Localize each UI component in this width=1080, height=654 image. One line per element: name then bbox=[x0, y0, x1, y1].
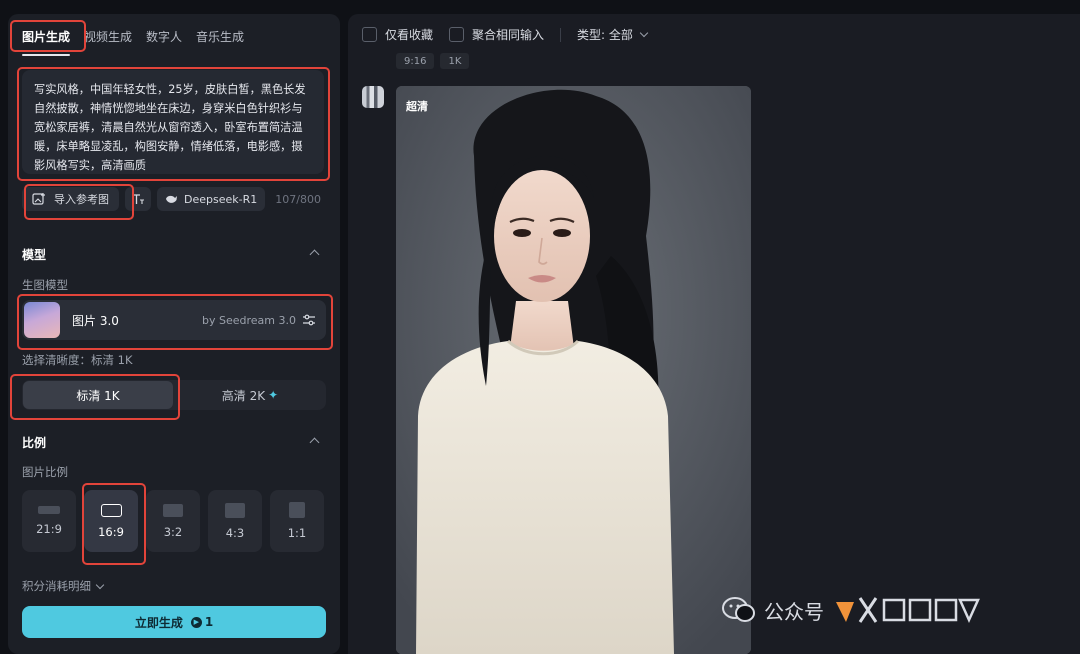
settings-sliders-icon[interactable] bbox=[302, 313, 316, 327]
aggregate-filter[interactable]: 聚合相同输入 bbox=[449, 26, 544, 43]
resolution-tag: 1K bbox=[440, 53, 470, 69]
import-reference-label: 导入参考图 bbox=[54, 193, 109, 206]
aspect-tag: 9:16 bbox=[396, 53, 435, 69]
aggregate-label: 聚合相同输入 bbox=[472, 28, 545, 42]
resolution-label: 选择清晰度：标清 1K bbox=[22, 353, 133, 367]
active-tab-indicator bbox=[22, 54, 70, 56]
ratio-16-9-icon bbox=[100, 503, 122, 517]
generated-image[interactable]: 超清 bbox=[396, 86, 751, 654]
resolution-2k-option[interactable]: 高清 2K ✦ bbox=[175, 381, 325, 409]
type-dropdown[interactable]: 类型: 全部 bbox=[577, 26, 649, 43]
ratio-3-2-icon bbox=[163, 503, 183, 517]
generate-cost-value: 1 bbox=[204, 615, 214, 629]
resolution-toggle: 标清 1K 高清 2K ✦ bbox=[22, 380, 326, 410]
ratio-options: 21:9 16:9 3:2 4:3 1:1 bbox=[22, 490, 324, 552]
model-thumbnail bbox=[24, 302, 60, 338]
model-name: 图片 3.0 bbox=[72, 313, 119, 328]
cost-detail-toggle[interactable]: 积分消耗明细 bbox=[22, 578, 105, 594]
sparkle-icon: ✦ bbox=[268, 388, 279, 402]
filter-bar: 仅看收藏 聚合相同输入 类型: 全部 bbox=[362, 26, 653, 43]
prompt-text: 写实风格，中国年轻女性，25岁，皮肤白皙，黑色长发自然披散，神情恍惚地坐在床边，… bbox=[34, 83, 306, 172]
model-provider: by Seedream 3.0 bbox=[202, 313, 296, 327]
favorites-label: 仅看收藏 bbox=[385, 28, 434, 42]
ratio-21-9[interactable]: 21:9 bbox=[22, 490, 76, 552]
type-dropdown-label: 类型: 全部 bbox=[577, 28, 633, 42]
result-meta-tags: 9:16 1K bbox=[396, 53, 470, 69]
chevron-down-icon bbox=[95, 580, 105, 589]
favorites-filter[interactable]: 仅看收藏 bbox=[362, 26, 433, 43]
generate-button[interactable]: 立即生成 ▶ 1 bbox=[22, 606, 326, 638]
ratio-1-1[interactable]: 1:1 bbox=[270, 490, 324, 552]
ratio-16-9-label: 16:9 bbox=[98, 524, 124, 539]
resolution-2k-label: 高清 2K bbox=[221, 388, 266, 403]
deepseek-model-chip[interactable]: Deepseek-R1 bbox=[157, 187, 266, 211]
filter-divider bbox=[560, 27, 562, 42]
portrait-illustration bbox=[396, 86, 751, 654]
generate-label: 立即生成 bbox=[134, 615, 183, 630]
model-selector[interactable]: 图片 3.0 by Seedream 3.0 bbox=[22, 300, 326, 340]
ratio-section-title: 比例 bbox=[22, 436, 47, 450]
credit-coin-icon: ▶ bbox=[190, 616, 202, 628]
watermark-text: 公众号 bbox=[764, 599, 824, 624]
import-reference-button[interactable]: 导入参考图 bbox=[22, 187, 119, 211]
char-count: 107/800 bbox=[275, 192, 321, 206]
resolution-1k-option[interactable]: 标清 1K bbox=[23, 381, 173, 409]
text-format-button[interactable] bbox=[125, 187, 151, 211]
ratio-4-3-label: 4:3 bbox=[225, 525, 245, 540]
text-format-icon bbox=[133, 194, 144, 204]
ratio-21-9-label: 21:9 bbox=[36, 522, 62, 536]
mode-tabs: 图片生成 视频生成 数字人 音乐生成 bbox=[22, 26, 258, 47]
model-sublabel: 生图模型 bbox=[22, 278, 68, 292]
deepseek-label: Deepseek-R1 bbox=[184, 192, 258, 206]
generate-cost: ▶ 1 bbox=[190, 615, 214, 629]
results-panel: 仅看收藏 聚合相同输入 类型: 全部 9:16 1K 超清 bbox=[348, 14, 1080, 654]
ratio-sublabel: 图片比例 bbox=[22, 465, 68, 479]
tab-music-gen[interactable]: 音乐生成 bbox=[196, 26, 244, 47]
whale-icon bbox=[166, 195, 177, 203]
left-panel: 图片生成 视频生成 数字人 音乐生成 写实风格，中国年轻女性，25岁，皮肤白皙，… bbox=[8, 14, 340, 654]
wechat-watermark: 公众号 bbox=[722, 592, 982, 628]
ratio-4-3[interactable]: 4:3 bbox=[208, 490, 262, 552]
favorites-checkbox[interactable] bbox=[362, 27, 377, 42]
prompt-input[interactable]: 写实风格，中国年轻女性，25岁，皮肤白皙，黑色长发自然披散，神情恍惚地坐在床边，… bbox=[22, 70, 324, 174]
brand-logo-icon bbox=[836, 597, 980, 624]
tab-video-gen[interactable]: 视频生成 bbox=[84, 26, 132, 47]
ratio-3-2[interactable]: 3:2 bbox=[146, 490, 200, 552]
chevron-down-icon bbox=[639, 28, 649, 38]
tab-image-gen[interactable]: 图片生成 bbox=[22, 26, 70, 47]
collapse-model-icon[interactable] bbox=[309, 249, 320, 260]
aggregate-checkbox[interactable] bbox=[449, 27, 465, 42]
prompt-toolbar: 导入参考图 Deepseek-R1 107/800 bbox=[22, 186, 321, 212]
ratio-1-1-icon bbox=[289, 502, 305, 518]
wechat-icon bbox=[722, 597, 755, 622]
reference-avatar[interactable] bbox=[362, 86, 384, 108]
ratio-16-9[interactable]: 16:9 bbox=[84, 490, 138, 552]
cost-detail-label: 积分消耗明细 bbox=[22, 579, 91, 593]
ratio-21-9-icon bbox=[38, 506, 60, 514]
ratio-1-1-label: 1:1 bbox=[287, 526, 307, 540]
quality-label: 超清 bbox=[406, 100, 428, 113]
image-add-icon bbox=[32, 193, 45, 205]
model-section-title: 模型 bbox=[22, 248, 47, 262]
collapse-ratio-icon[interactable] bbox=[309, 437, 320, 448]
ratio-4-3-icon bbox=[225, 502, 245, 518]
ratio-3-2-label: 3:2 bbox=[163, 524, 183, 539]
tab-digital-human[interactable]: 数字人 bbox=[146, 26, 182, 47]
